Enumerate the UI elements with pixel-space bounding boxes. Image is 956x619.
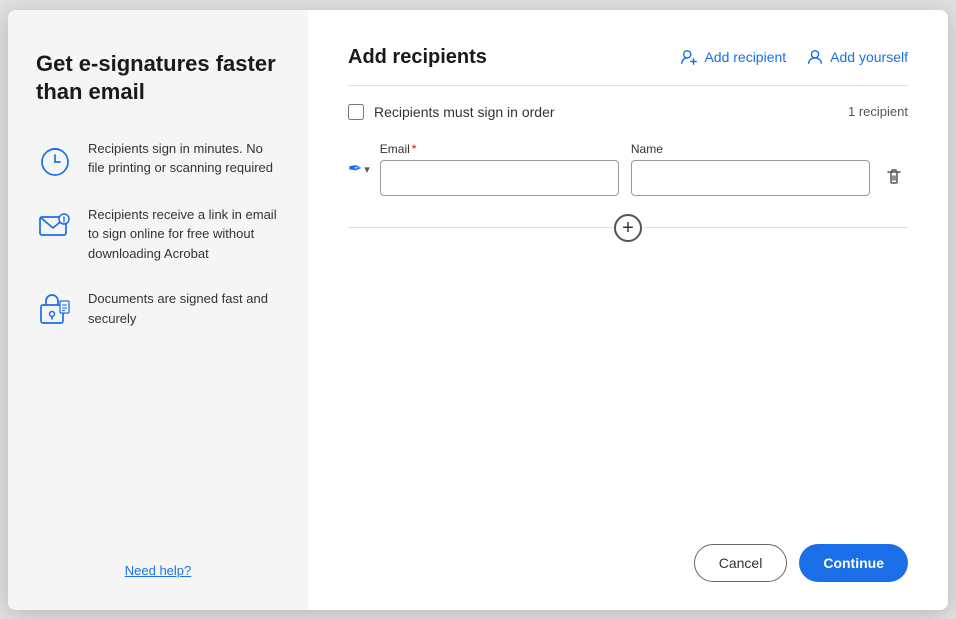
add-recipient-circle-button[interactable]: + [614,214,642,242]
pen-icon: ✒ [348,159,362,179]
feature-item-email: Recipients receive a link in email to si… [36,205,280,264]
add-recipient-button[interactable]: Add recipient [680,48,786,66]
secure-icon [36,291,74,329]
email-input[interactable] [380,160,619,196]
add-recipient-label: Add recipient [704,49,786,65]
feature-list: Recipients sign in minutes. No file prin… [36,139,280,531]
clock-icon [36,141,74,179]
name-label: Name [631,142,870,156]
recipient-row: ✒ ▾ Email* Name [348,142,908,196]
required-star: * [412,142,417,156]
right-header: Add recipients Add recipient [348,46,908,69]
add-line-right [642,227,908,228]
trash-icon [884,166,904,186]
email-field-wrapper: Email* [380,142,619,196]
name-field-wrapper: Name [631,142,870,196]
feature-item-speed: Recipients sign in minutes. No file prin… [36,139,280,179]
add-yourself-icon [806,48,824,66]
add-yourself-button[interactable]: Add yourself [806,48,908,66]
delete-recipient-button[interactable] [880,162,908,193]
left-panel-title: Get e-signatures faster than email [36,50,280,107]
feature-text-email: Recipients receive a link in email to si… [88,205,280,264]
left-panel: Get e-signatures faster than email Recip… [8,10,308,610]
add-row: + [348,214,908,242]
name-input[interactable] [631,160,870,196]
header-actions: Add recipient Add yourself [680,48,908,66]
role-selector[interactable]: ✒ ▾ [348,159,370,179]
chevron-down-icon: ▾ [364,163,370,176]
add-line-left [348,227,614,228]
email-icon [36,207,74,245]
recipient-fields: Email* Name [380,142,870,196]
footer: Cancel Continue [348,528,908,582]
sign-order-text: Recipients must sign in order [374,104,555,120]
need-help-link[interactable]: Need help? [36,563,280,578]
recipient-count: 1 recipient [848,104,908,119]
cancel-button[interactable]: Cancel [694,544,788,582]
panel-title: Add recipients [348,46,487,69]
modal: Get e-signatures faster than email Recip… [8,10,948,610]
email-label: Email* [380,142,619,156]
add-yourself-label: Add yourself [830,49,908,65]
add-recipient-icon [680,48,698,66]
feature-text-secure: Documents are signed fast and securely [88,289,280,328]
sign-order-checkbox[interactable] [348,104,364,120]
header-divider [348,85,908,86]
feature-text-speed: Recipients sign in minutes. No file prin… [88,139,280,178]
feature-item-secure: Documents are signed fast and securely [36,289,280,329]
sign-order-label[interactable]: Recipients must sign in order [348,104,555,120]
continue-button[interactable]: Continue [799,544,908,582]
sign-order-row: Recipients must sign in order 1 recipien… [348,104,908,120]
right-panel: Add recipients Add recipient [308,10,948,610]
